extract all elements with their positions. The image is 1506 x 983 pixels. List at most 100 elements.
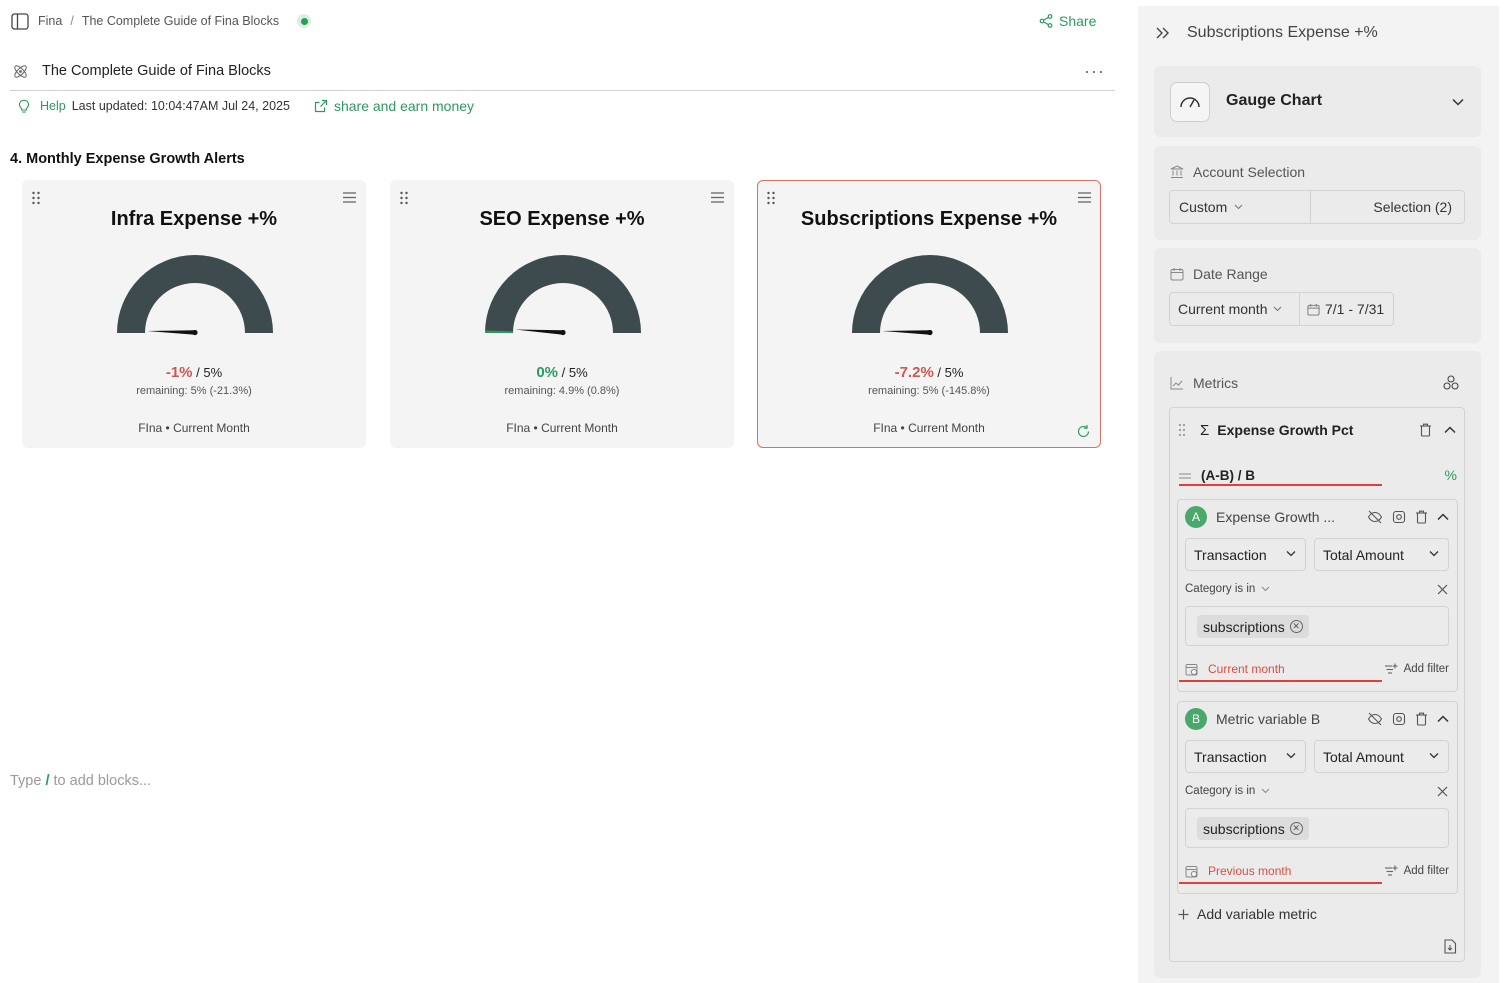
filter-values-input[interactable]: subscriptions ✕ [1185, 808, 1449, 848]
eye-off-icon[interactable] [1367, 712, 1383, 726]
remove-tag-icon[interactable]: ✕ [1289, 620, 1303, 633]
card-title: Infra Expense +% [110, 208, 278, 230]
source-value: Transaction [1194, 748, 1267, 765]
close-icon[interactable] [1437, 786, 1448, 797]
gauge-track [485, 255, 641, 333]
eye-off-icon[interactable] [1367, 510, 1383, 524]
remove-tag-icon[interactable]: ✕ [1289, 822, 1303, 835]
add-filter-button[interactable]: Add filter [1384, 865, 1449, 877]
drag-handle-icon[interactable] [766, 191, 776, 205]
trash-icon[interactable] [1415, 712, 1428, 726]
variable-name[interactable]: Expense Growth ... [1216, 509, 1335, 525]
formula-unit[interactable]: % [1445, 467, 1457, 483]
add-filter-button[interactable]: Add filter [1384, 663, 1449, 675]
date-range-label-row: Date Range [1170, 266, 1268, 282]
add-blocks-prefix: Type [10, 773, 46, 789]
chevron-up-icon[interactable] [1437, 715, 1449, 723]
sidebar-toggle-icon[interactable] [11, 13, 29, 30]
gauge-card[interactable]: SEO Expense +% 0% / 5% remaining: 4.9% (… [390, 180, 734, 448]
filter-row: Category is in [1185, 580, 1448, 598]
source-select[interactable]: Transaction [1185, 740, 1306, 773]
field-select[interactable]: Total Amount [1314, 538, 1449, 571]
filter-row: Category is in [1185, 782, 1448, 800]
filter-operator[interactable]: Category is in [1185, 583, 1255, 595]
date-range-picker[interactable]: 7/1 - 7/31 [1300, 293, 1393, 325]
share-button[interactable]: Share [1039, 13, 1096, 29]
date-underline [1179, 882, 1382, 884]
external-link-icon [314, 99, 328, 113]
drag-handle-icon[interactable] [1178, 423, 1186, 437]
breadcrumb: Fina / The Complete Guide of Fina Blocks [38, 14, 312, 28]
share-earn-label: share and earn money [333, 98, 475, 114]
gauge-card[interactable]: Subscriptions Expense +% -7.2% / 5% rema… [757, 180, 1101, 448]
breadcrumb-page[interactable]: The Complete Guide of Fina Blocks [82, 14, 279, 28]
chart-type-label: Gauge Chart [1226, 92, 1323, 109]
date-range-mode-select[interactable]: Current month [1170, 293, 1300, 325]
filter-values-input[interactable]: subscriptions ✕ [1185, 606, 1449, 646]
card-menu-icon[interactable] [343, 192, 356, 203]
formula-handle-icon [1179, 468, 1191, 483]
card-menu-icon[interactable] [711, 192, 724, 203]
share-icon [1039, 14, 1053, 28]
settings-icon[interactable] [1392, 510, 1406, 524]
doc-title[interactable]: The Complete Guide of Fina Blocks [42, 63, 271, 79]
gauge-needle-hub [927, 329, 933, 336]
more-options-button[interactable]: ··· [1084, 61, 1105, 82]
drag-handle-icon[interactable] [399, 191, 409, 205]
close-icon[interactable] [1437, 584, 1448, 595]
breadcrumb-workspace[interactable]: Fina [38, 14, 62, 28]
variable-date-select[interactable]: Previous month [1208, 864, 1291, 878]
account-selection-value: Selection (2) [1373, 199, 1452, 215]
metric-name[interactable]: Expense Growth Pct [1217, 422, 1353, 438]
variable-metric-b: B Metric variable B Transaction Total Am… [1177, 701, 1458, 894]
variable-metric-a: A Expense Growth ... Transaction Total A… [1177, 499, 1458, 692]
add-blocks-hint[interactable]: Type / to add blocks... [10, 773, 151, 789]
filter-tag-label: subscriptions [1203, 618, 1285, 635]
formula-input[interactable]: (A-B) / B [1201, 468, 1255, 483]
help-link[interactable]: Help [40, 99, 66, 113]
account-selection-button[interactable]: Selection (2) [1311, 191, 1464, 223]
formula-underline [1179, 484, 1382, 486]
variable-name[interactable]: Metric variable B [1216, 711, 1320, 727]
file-export-icon[interactable] [1443, 939, 1457, 954]
collapse-panel-icon[interactable] [1155, 26, 1171, 40]
card-menu-icon[interactable] [1078, 192, 1091, 203]
gauge-chart [117, 255, 273, 336]
chevron-up-icon[interactable] [1444, 426, 1456, 434]
metrics-label-row: Metrics [1170, 375, 1238, 391]
account-mode-select[interactable]: Custom [1170, 191, 1311, 223]
lightbulb-icon [18, 99, 30, 113]
field-select[interactable]: Total Amount [1314, 740, 1449, 773]
add-variable-metric-button[interactable]: Add variable metric [1178, 906, 1317, 922]
last-updated: Last updated: 10:04:47AM Jul 24, 2025 [71, 99, 290, 113]
account-selection-control: Custom Selection (2) [1169, 190, 1465, 224]
card-remaining: remaining: 5% (-145.8%) [868, 385, 990, 397]
variable-header: B Metric variable B [1185, 708, 1449, 730]
share-earn-link[interactable]: share and earn money [314, 98, 474, 114]
gauge-card[interactable]: Infra Expense +% -1% / 5% remaining: 5% … [22, 180, 366, 448]
panel-title: Subscriptions Expense +% [1187, 24, 1378, 41]
date-underline [1179, 680, 1382, 682]
variable-date-select[interactable]: Current month [1208, 662, 1285, 676]
trash-icon[interactable] [1415, 510, 1428, 524]
cluster-icon[interactable] [1443, 375, 1459, 391]
refresh-icon[interactable] [1076, 424, 1091, 439]
chevron-down-icon [1429, 551, 1439, 557]
card-title: SEO Expense +% [479, 208, 645, 230]
atom-icon [14, 65, 27, 78]
metrics-label: Metrics [1193, 375, 1239, 391]
settings-icon[interactable] [1392, 712, 1406, 726]
drag-handle-icon[interactable] [31, 191, 41, 205]
chevron-down-icon [1452, 98, 1464, 106]
account-selection-label-row: Account Selection [1170, 164, 1305, 180]
metric-actions [1419, 423, 1456, 437]
card-value-line: -1% / 5% [23, 364, 365, 381]
chevron-up-icon[interactable] [1437, 513, 1449, 521]
field-value: Total Amount [1323, 546, 1404, 563]
filter-operator[interactable]: Category is in [1185, 785, 1255, 797]
trash-icon[interactable] [1419, 423, 1432, 437]
chart-type-selector[interactable]: Gauge Chart [1154, 66, 1481, 137]
calendar-icon [1307, 303, 1320, 316]
source-select[interactable]: Transaction [1185, 538, 1306, 571]
card-target: / 5% [192, 365, 223, 380]
